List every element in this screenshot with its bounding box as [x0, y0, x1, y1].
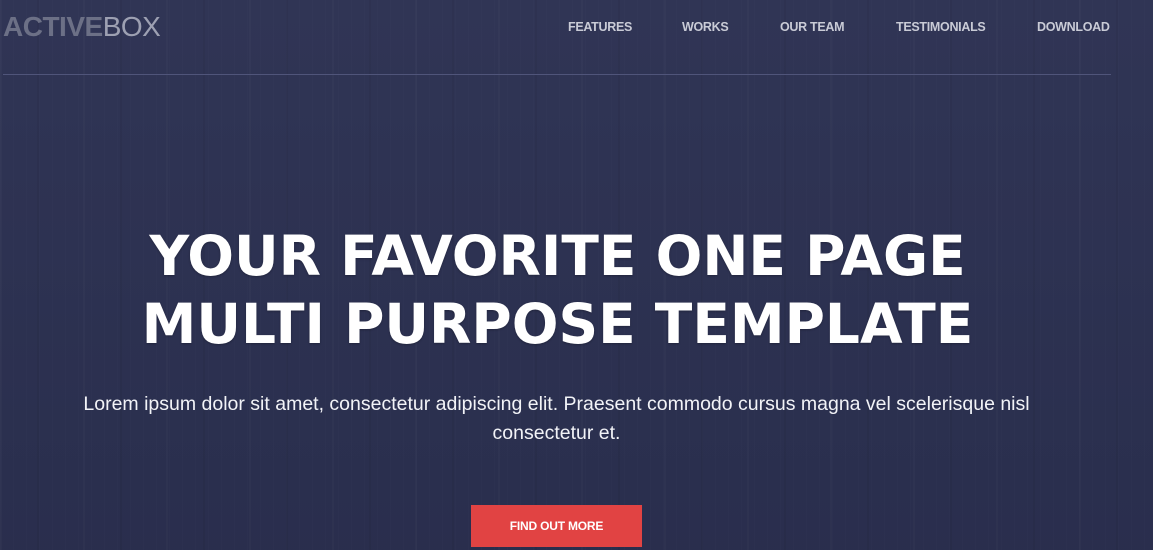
hero-headline: YOUR FAVORITE ONE PAGE MULTI PURPOSE TEM…: [0, 222, 1115, 358]
nav-item-works[interactable]: WORKS: [682, 18, 729, 36]
find-out-more-button[interactable]: FIND OUT MORE: [471, 505, 642, 547]
nav-item-download[interactable]: DOWNLOAD: [1037, 18, 1110, 36]
nav-item-testimonials[interactable]: TESTIMONIALS: [896, 18, 986, 36]
hero-subtext: Lorem ipsum dolor sit amet, consectetur …: [83, 393, 1030, 444]
main-nav: FEATURES WORKS OUR TEAM TESTIMONIALS DOW…: [0, 18, 1153, 36]
header-divider: [3, 74, 1111, 75]
hero-section: ACTIVEBOX FEATURES WORKS OUR TEAM TESTIM…: [0, 0, 1153, 550]
hero-headline-line-1: YOUR FAVORITE ONE PAGE: [149, 224, 966, 288]
hero-headline-line-2: MULTI PURPOSE TEMPLATE: [141, 292, 974, 356]
nav-item-our-team[interactable]: OUR TEAM: [780, 18, 845, 36]
nav-item-features[interactable]: FEATURES: [568, 18, 632, 36]
